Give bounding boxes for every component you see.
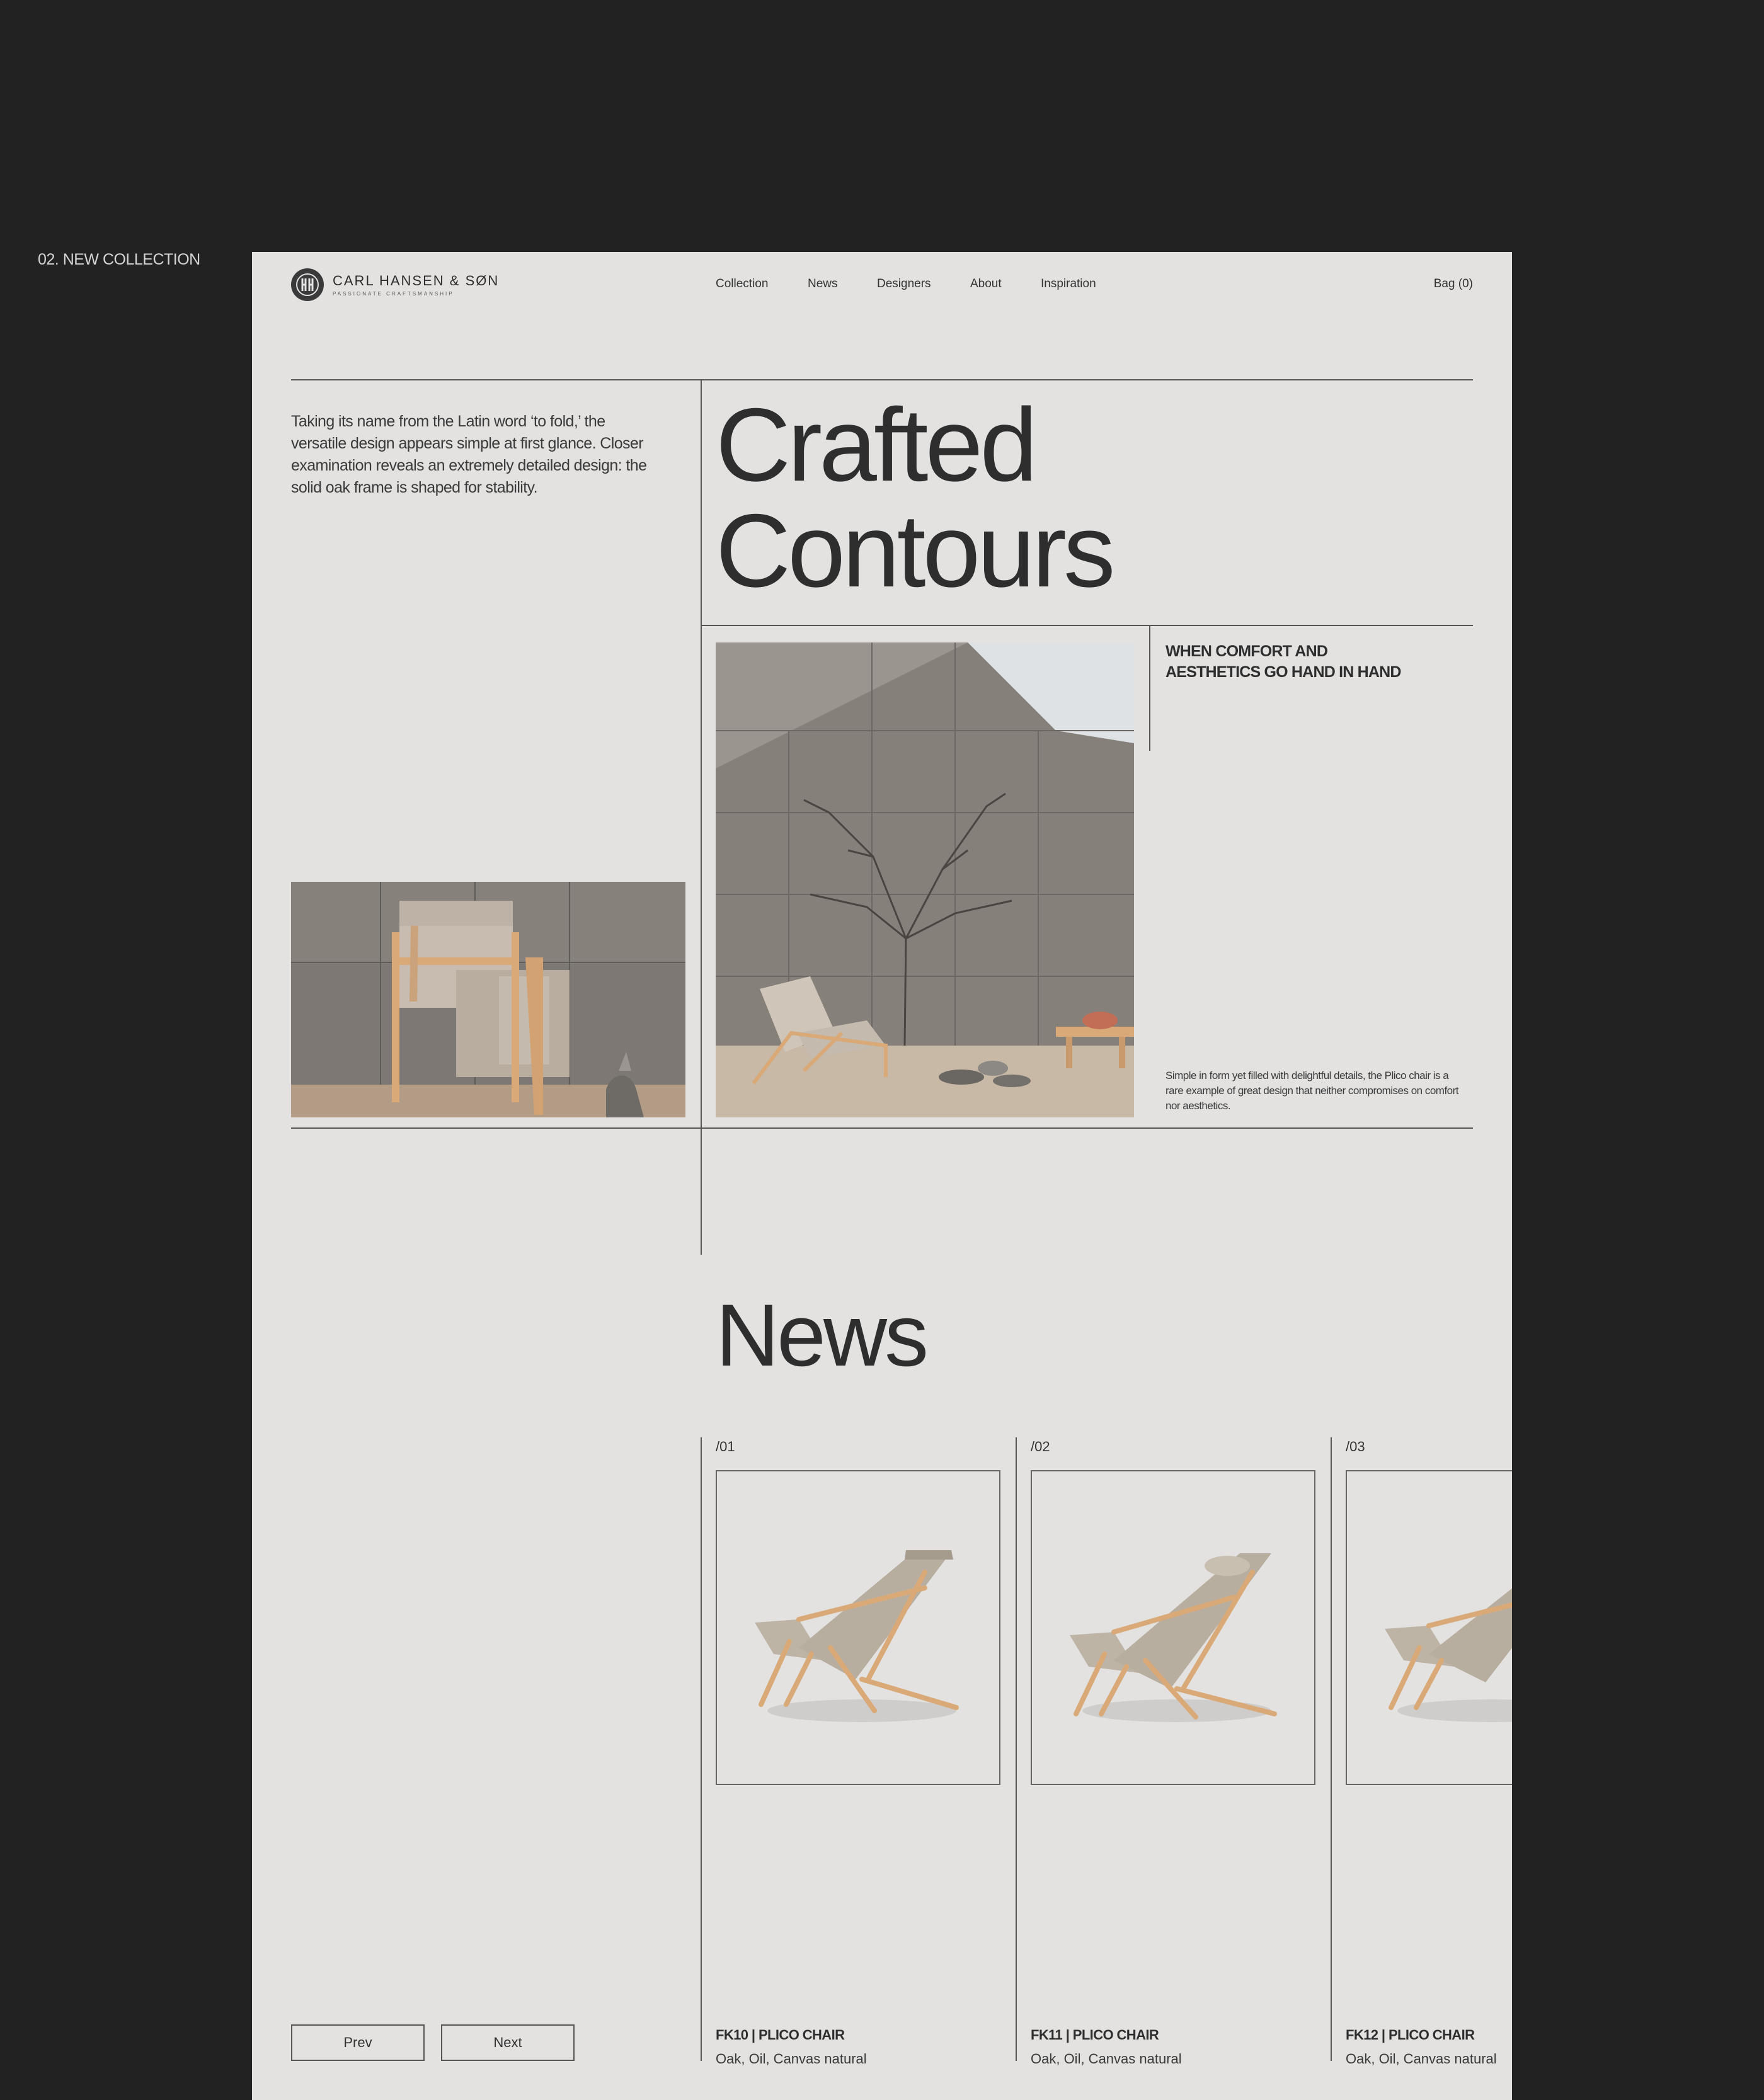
news-title: News [716, 1286, 929, 1384]
brand-name: CARL HANSEN & SØN [333, 273, 500, 288]
divider-top [291, 379, 1473, 380]
hero-title-line1: Crafted [716, 387, 1038, 503]
divider-bottom [291, 1127, 1473, 1129]
hero-subheading: WHEN COMFORT AND AESTHETICS GO HAND IN H… [1166, 641, 1430, 683]
divider-mid [701, 625, 1473, 626]
news-card-title[interactable]: FK10 | PLICO CHAIR [716, 2027, 845, 2043]
web-page: CARL HANSEN & SØN PASSIONATE CRAFTSMANSH… [252, 252, 1512, 2100]
brand-logo[interactable]: CARL HANSEN & SØN PASSIONATE CRAFTSMANSH… [291, 268, 499, 301]
news-card-image[interactable] [1346, 1470, 1512, 1785]
news-card-title[interactable]: FK12 | PLICO CHAIR [1346, 2027, 1475, 2043]
prev-button[interactable]: Prev [291, 2024, 425, 2061]
room-scene-image [716, 642, 1134, 1117]
nav-collection[interactable]: Collection [716, 277, 768, 291]
nav-inspiration[interactable]: Inspiration [1041, 277, 1096, 291]
news-divider-1 [701, 1437, 702, 2061]
news-card-subtitle: Oak, Oil, Canvas natural [1346, 2051, 1497, 2067]
next-button[interactable]: Next [441, 2024, 575, 2061]
brand-tagline: PASSIONATE CRAFTSMANSHIP [333, 291, 454, 297]
nav-news[interactable]: News [808, 277, 838, 291]
news-divider-3 [1331, 1437, 1332, 2061]
bag-link[interactable]: Bag (0) [1434, 277, 1473, 291]
subhead-line2: AESTHETICS GO HAND IN HAND [1166, 663, 1401, 681]
nav-designers[interactable]: Designers [877, 277, 931, 291]
divider-vertical-right [1149, 625, 1150, 751]
news-divider-2 [1016, 1437, 1017, 2061]
subhead-line1: WHEN COMFORT AND [1166, 642, 1328, 660]
divider-vertical-main [701, 379, 702, 1255]
news-card-subtitle: Oak, Oil, Canvas natural [716, 2051, 867, 2067]
hero-title: Crafted Contours [716, 387, 1116, 608]
nav-about[interactable]: About [970, 277, 1002, 291]
news-card-subtitle: Oak, Oil, Canvas natural [1031, 2051, 1182, 2067]
intro-text: Taking its name from the Latin word ‘to … [291, 413, 647, 496]
news-card-index: /01 [716, 1439, 735, 1454]
section-label: 02. NEW COLLECTION [38, 251, 200, 268]
folded-chair-image [291, 882, 685, 1117]
news-card-index: /02 [1031, 1439, 1050, 1454]
news-card-image[interactable] [716, 1470, 1000, 1785]
news-card-index: /03 [1346, 1439, 1365, 1454]
hero-body-text: Simple in form yet filled with delightfu… [1166, 1070, 1459, 1112]
news-card-title[interactable]: FK11 | PLICO CHAIR [1031, 2027, 1159, 2043]
news-card-image[interactable] [1031, 1470, 1315, 1785]
logo-emblem-icon [291, 268, 324, 301]
hero-title-line2: Contours [716, 493, 1116, 608]
